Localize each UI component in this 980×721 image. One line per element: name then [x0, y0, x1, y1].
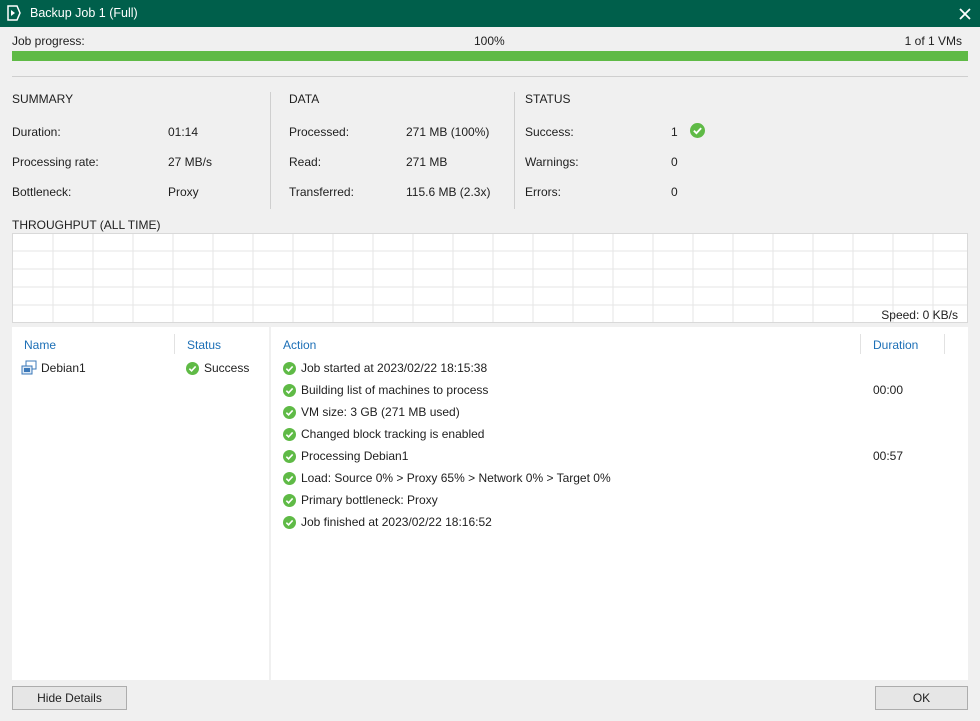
summary-bottleneck-label: Bottleneck:: [12, 185, 72, 199]
action-log-row[interactable]: Job started at 2023/02/22 18:15:38: [283, 358, 963, 378]
vm-icon: [21, 360, 37, 375]
status-title: STATUS: [525, 92, 571, 106]
action-log-row[interactable]: Processing Debian1 00:57: [283, 446, 963, 466]
action-text: Building list of machines to process: [301, 383, 489, 397]
action-duration: 00:00: [873, 383, 904, 397]
success-check-icon: [283, 427, 296, 441]
window-title: Backup Job 1 (Full): [30, 6, 138, 20]
summary-rate-label: Processing rate:: [12, 155, 99, 169]
summary-duration-value: 01:14: [168, 125, 199, 139]
data-transferred-label: Transferred:: [289, 185, 354, 199]
success-check-icon: [283, 449, 296, 463]
data-processed-value: 271 MB (100%): [406, 125, 490, 139]
vm-status: Success: [186, 361, 249, 375]
data-read-label: Read:: [289, 155, 322, 169]
section-divider: [270, 92, 271, 209]
data-transferred-value: 115.6 MB (2.3x): [406, 185, 491, 199]
status-errors-label: Errors:: [525, 185, 561, 199]
column-divider: [944, 334, 945, 354]
action-text: Job started at 2023/02/22 18:15:38: [301, 361, 488, 375]
status-warnings-label: Warnings:: [525, 155, 579, 169]
action-log-row[interactable]: Job finished at 2023/02/22 18:16:52: [283, 512, 963, 532]
summary-rate-value: 27 MB/s: [168, 155, 213, 169]
data-title: DATA: [289, 92, 320, 106]
action-text: Processing Debian1: [301, 449, 409, 463]
vm-list-header-status[interactable]: Status: [187, 338, 221, 352]
ok-button[interactable]: OK: [875, 686, 968, 710]
action-text: Job finished at 2023/02/22 18:16:52: [301, 515, 492, 529]
action-text: Primary bottleneck: Proxy: [301, 493, 438, 507]
job-progress-label: Job progress:: [12, 34, 85, 48]
success-check-icon: [186, 361, 199, 375]
title-bar: Backup Job 1 (Full): [0, 0, 980, 27]
success-check-icon: [283, 493, 296, 507]
vm-status-text: Success: [204, 361, 250, 375]
vm-list-header-name[interactable]: Name: [24, 338, 56, 352]
job-progress-fill: [12, 51, 968, 61]
veeam-job-icon: [7, 5, 21, 21]
action-log-row[interactable]: Primary bottleneck: Proxy: [283, 490, 963, 510]
column-divider: [174, 334, 175, 354]
action-text: Changed block tracking is enabled: [301, 427, 485, 441]
success-check-icon: [283, 471, 296, 485]
status-success-label: Success:: [525, 125, 574, 139]
vm-list-panel: Name Status Debian1 Success: [12, 327, 269, 680]
close-icon: [959, 7, 971, 20]
action-text: VM size: 3 GB (271 MB used): [301, 405, 460, 419]
vm-list-item[interactable]: Debian1 Success: [21, 358, 266, 378]
job-progress-bar: [12, 51, 968, 61]
close-button[interactable]: [950, 0, 980, 27]
action-log-row[interactable]: Building list of machines to process 00:0…: [283, 380, 963, 400]
section-divider: [514, 92, 515, 209]
throughput-title: THROUGHPUT (ALL TIME): [12, 218, 161, 232]
action-log-panel: Action Duration Job started at 2023/02/2…: [271, 327, 968, 680]
success-check-icon: [283, 383, 296, 397]
hide-details-button[interactable]: Hide Details: [12, 686, 127, 710]
data-processed-label: Processed:: [289, 125, 350, 139]
column-divider: [860, 334, 861, 354]
status-warnings-value: 0: [671, 155, 678, 169]
action-text: Load: Source 0% > Proxy 65% > Network 0%…: [301, 471, 611, 485]
action-log-row[interactable]: VM size: 3 GB (271 MB used): [283, 402, 963, 422]
data-read-value: 271 MB: [406, 155, 448, 169]
throughput-graph: Speed: 0 KB/s: [12, 233, 968, 323]
divider: [12, 76, 968, 77]
success-check-icon: [690, 123, 705, 138]
status-success-value: 1: [671, 125, 678, 139]
throughput-grid: [13, 234, 967, 322]
job-progress-percent: 100%: [474, 34, 505, 48]
summary-title: SUMMARY: [12, 92, 74, 106]
summary-bottleneck-value: Proxy: [168, 185, 199, 199]
success-check-icon: [283, 361, 296, 375]
action-log-row[interactable]: Load: Source 0% > Proxy 65% > Network 0%…: [283, 468, 963, 488]
summary-duration-label: Duration:: [12, 125, 61, 139]
vm-name: Debian1: [41, 361, 86, 375]
action-log-row[interactable]: Changed block tracking is enabled: [283, 424, 963, 444]
job-progress-vm-count: 1 of 1 VMs: [904, 34, 962, 48]
success-check-icon: [283, 515, 296, 529]
success-check-icon: [283, 405, 296, 419]
job-progress-row: Job progress: 100% 1 of 1 VMs: [12, 34, 968, 48]
status-errors-value: 0: [671, 185, 678, 199]
action-log-header-duration[interactable]: Duration: [873, 338, 918, 352]
throughput-speed: Speed: 0 KB/s: [881, 308, 958, 322]
action-duration: 00:57: [873, 449, 904, 463]
action-log-header-action[interactable]: Action: [283, 338, 316, 352]
